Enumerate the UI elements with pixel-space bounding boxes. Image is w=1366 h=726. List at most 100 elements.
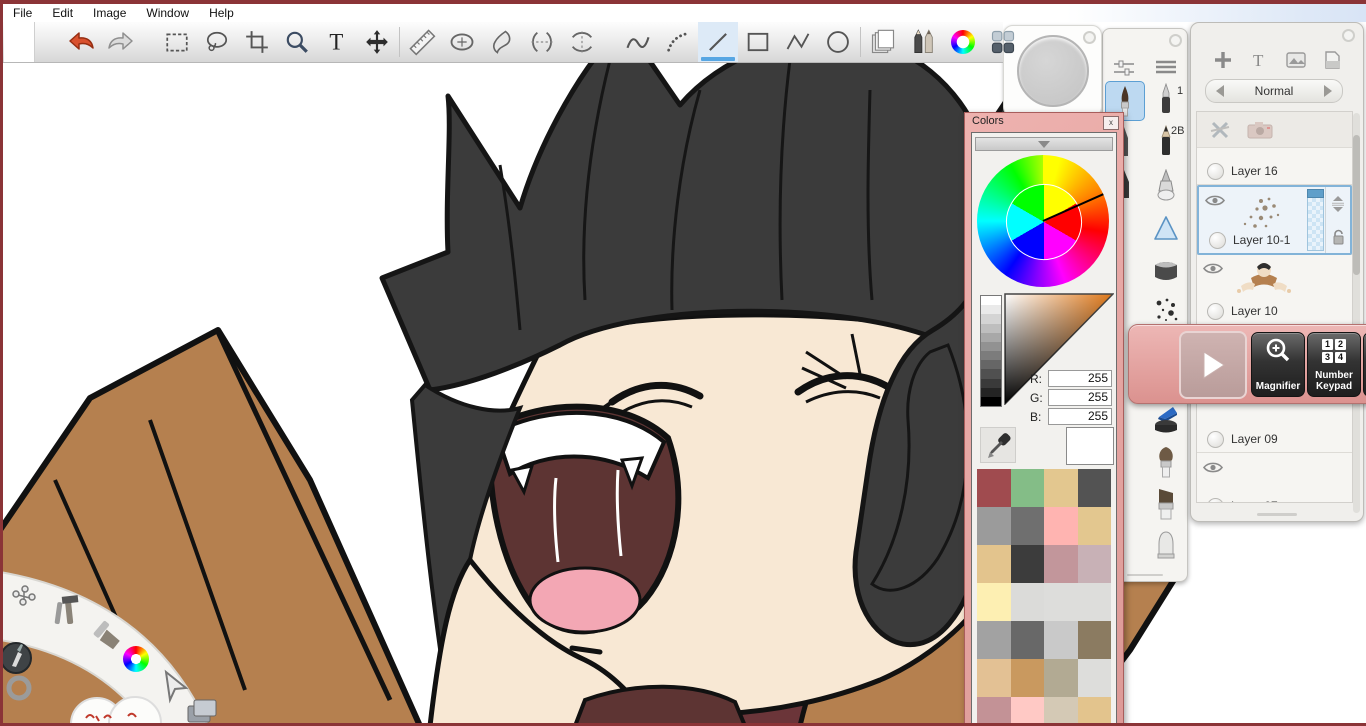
color-swatch[interactable] (1044, 659, 1078, 697)
layers-handle[interactable] (1342, 29, 1355, 42)
color-swatch[interactable] (1077, 469, 1111, 507)
brush-puck-icon[interactable] (0, 642, 32, 674)
palette-resize-grip[interactable] (1127, 574, 1163, 576)
color-swatch[interactable] (1077, 545, 1111, 583)
color-swatch[interactable] (1077, 507, 1111, 545)
color-swatch[interactable] (977, 507, 1011, 545)
ellipse-guide-tool[interactable] (442, 22, 482, 62)
layer-row-16[interactable]: Layer 16 (1197, 148, 1352, 185)
value-step[interactable] (981, 360, 1001, 370)
brush-slot-flat-brush[interactable] (1147, 485, 1185, 523)
blend-next-arrow[interactable] (1324, 85, 1332, 97)
curve-stroke-tool[interactable] (618, 22, 658, 62)
blue-value-field[interactable]: 255 (1048, 408, 1112, 425)
brush-slot-airbrush[interactable] (1147, 167, 1185, 205)
blend-prev-arrow[interactable] (1216, 85, 1224, 97)
brush-library-button[interactable] (903, 22, 943, 62)
close-icon[interactable]: x (1103, 116, 1119, 130)
color-swatch[interactable] (1010, 583, 1044, 621)
add-layer-button[interactable] (1213, 50, 1233, 70)
color-swatch[interactable] (1010, 659, 1044, 697)
value-step[interactable] (981, 332, 1001, 342)
layer-row-10[interactable]: Layer 10 (1197, 255, 1352, 325)
lock-icon[interactable] (1332, 229, 1345, 245)
menu-file[interactable]: File (3, 5, 42, 21)
layers-scrollbar[interactable] (1353, 113, 1360, 513)
color-swatch[interactable] (977, 621, 1011, 659)
undo-button[interactable] (61, 22, 101, 62)
eyedropper-button[interactable] (980, 427, 1016, 463)
lasso-tool[interactable] (197, 22, 237, 62)
green-value-field[interactable]: 255 (1048, 389, 1112, 406)
menu-help[interactable]: Help (199, 5, 244, 21)
color-swatch[interactable] (1010, 621, 1044, 659)
number-keypad-button[interactable]: 1 2 3 4 Number Keypad (1307, 332, 1361, 397)
layer-09-radio[interactable] (1207, 431, 1224, 448)
layer-row-07[interactable]: Layer 07 (1197, 453, 1352, 502)
value-step[interactable] (981, 351, 1001, 361)
color-wheel[interactable] (977, 155, 1109, 287)
color-swatch[interactable] (1077, 621, 1111, 659)
colors-collapse-bar[interactable] (975, 137, 1113, 151)
menu-window[interactable]: Window (136, 5, 199, 21)
zoom-tool[interactable] (277, 22, 317, 62)
polyline-tool[interactable] (778, 22, 818, 62)
value-step[interactable] (981, 369, 1001, 379)
value-step[interactable] (981, 323, 1001, 333)
color-swatch[interactable] (1044, 583, 1078, 621)
dotted-curve-tool[interactable] (658, 22, 698, 62)
line-tool[interactable] (698, 22, 738, 62)
ellipse-tool[interactable] (818, 22, 858, 62)
symmetry-x-tool[interactable] (522, 22, 562, 62)
brush-slot-blender[interactable] (1147, 527, 1185, 565)
color-swatch[interactable] (1044, 621, 1078, 659)
blend-mode-selector[interactable]: Normal (1205, 79, 1343, 103)
move-tool[interactable] (357, 22, 397, 62)
menu-edit[interactable]: Edit (42, 5, 83, 21)
color-swatch[interactable] (977, 469, 1011, 507)
brush-slot-chisel-marker[interactable] (1147, 401, 1185, 439)
layer-10-1-radio[interactable] (1209, 232, 1226, 249)
color-swatch[interactable] (1010, 697, 1044, 726)
ruler-tool[interactable] (402, 22, 442, 62)
color-swatch[interactable] (1010, 469, 1044, 507)
puck-circle[interactable] (1017, 35, 1089, 107)
color-swatch[interactable] (1044, 545, 1078, 583)
color-swatch[interactable] (1044, 507, 1078, 545)
value-step[interactable] (981, 378, 1001, 388)
text-layer-button[interactable]: T (1249, 50, 1269, 70)
delete-layer-icon[interactable] (1209, 119, 1231, 141)
color-swatch[interactable] (1077, 659, 1111, 697)
text-tool[interactable]: T (317, 22, 357, 62)
color-swatch[interactable] (1044, 469, 1078, 507)
import-image-button[interactable] (1285, 50, 1307, 70)
layer-16-radio[interactable] (1207, 163, 1224, 180)
color-swatch[interactable] (977, 545, 1011, 583)
color-swatch[interactable] (977, 659, 1011, 697)
layers-scrollbar-thumb[interactable] (1353, 135, 1360, 275)
color-swatch[interactable] (1044, 697, 1078, 726)
reorder-arrows-icon[interactable] (1330, 195, 1346, 213)
brush-slot-round-brush[interactable] (1147, 443, 1185, 481)
crop-tool[interactable] (237, 22, 277, 62)
value-step[interactable] (981, 305, 1001, 315)
color-swatch[interactable] (1077, 697, 1111, 726)
layers-resize-grip[interactable] (1257, 513, 1297, 516)
visibility-eye-icon[interactable] (1203, 461, 1223, 474)
expand-button[interactable] (1179, 331, 1247, 399)
visibility-eye-icon[interactable] (1203, 262, 1223, 275)
color-wheel-button[interactable] (943, 22, 983, 62)
visibility-eye-icon[interactable] (1205, 194, 1225, 207)
color-swatch[interactable] (1010, 545, 1044, 583)
palette-handle[interactable] (1169, 34, 1182, 47)
color-wheel-hub[interactable] (992, 170, 1096, 274)
redo-button[interactable] (101, 22, 141, 62)
layer-opacity-slider[interactable] (1307, 189, 1324, 251)
value-step[interactable] (981, 314, 1001, 324)
rect-select-tool[interactable] (157, 22, 197, 62)
color-swatch[interactable] (1077, 583, 1111, 621)
color-swatch[interactable] (977, 697, 1011, 726)
camera-icon[interactable] (1247, 121, 1273, 139)
magnifier-button[interactable]: Magnifier (1251, 332, 1305, 397)
value-step[interactable] (981, 296, 1001, 306)
